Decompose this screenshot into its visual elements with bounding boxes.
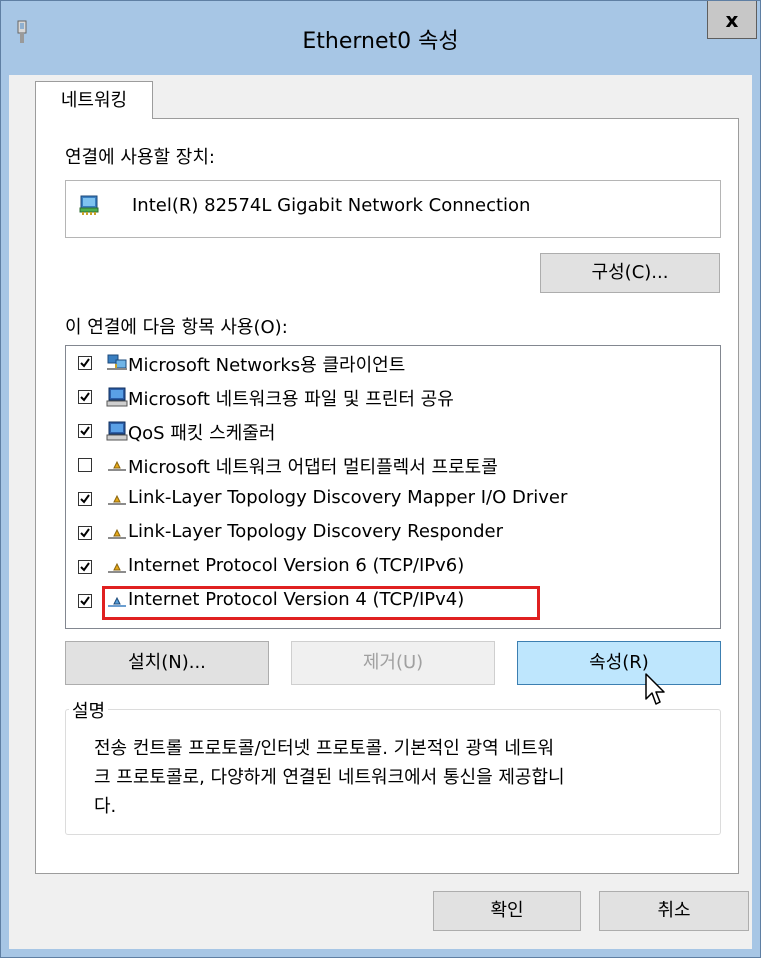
checkbox[interactable]	[78, 458, 92, 472]
configure-button[interactable]: 구성(C)...	[540, 253, 720, 293]
list-item[interactable]: QoS 패킷 스케줄러	[66, 418, 706, 448]
properties-window: Ethernet0 속성 x 네트워킹 연결에 사용할 장치: Intel(R)…	[0, 0, 761, 958]
tab-networking[interactable]: 네트워킹	[35, 81, 153, 119]
install-button[interactable]: 설치(N)...	[65, 641, 269, 685]
description-text: 전송 컨트롤 프로토콜/인터넷 프로토콜. 기본적인 광역 네트워 크 프로토콜…	[94, 734, 714, 821]
connect-using-label: 연결에 사용할 장치:	[65, 147, 215, 168]
checkbox[interactable]	[78, 390, 92, 404]
item-label: Microsoft Networks용 클라이언트	[128, 355, 406, 376]
properties-button[interactable]: 속성(R)	[517, 641, 721, 685]
description-legend: 설명	[69, 697, 109, 723]
cancel-button[interactable]: 취소	[599, 891, 749, 931]
description-line: 크 프로토콜로, 다양하게 연결된 네트워크에서 통신을 제공합니	[94, 767, 565, 788]
protocol-icon	[106, 454, 128, 476]
list-item[interactable]: Microsoft Networks용 클라이언트	[66, 350, 706, 380]
item-label: Microsoft 네트워크용 파일 및 프린터 공유	[128, 389, 454, 410]
network-adapter-icon	[78, 194, 100, 216]
title-bar[interactable]: Ethernet0 속성 x	[1, 1, 760, 75]
networking-panel: 연결에 사용할 장치: Intel(R) 82574L Gigabit Netw…	[35, 118, 739, 874]
list-item[interactable]: Link-Layer Topology Discovery Mapper I/O…	[66, 486, 706, 516]
protocol-icon	[106, 488, 128, 510]
checkbox[interactable]	[78, 526, 92, 540]
mouse-cursor-icon	[645, 673, 667, 707]
protocol-icon	[106, 522, 128, 544]
protocol-icon	[106, 556, 128, 578]
checkbox[interactable]	[78, 594, 92, 608]
description-group: 설명 전송 컨트롤 프로토콜/인터넷 프로토콜. 기본적인 광역 네트워 크 프…	[65, 697, 721, 835]
checkbox[interactable]	[78, 424, 92, 438]
components-label: 이 연결에 다음 항목 사용(O):	[65, 317, 288, 338]
list-item[interactable]: Microsoft 네트워크 어댑터 멀티플렉서 프로토콜	[66, 452, 706, 482]
description-line: 다.	[94, 796, 117, 817]
ok-button[interactable]: 확인	[433, 891, 581, 931]
checkbox[interactable]	[78, 560, 92, 574]
device-box: Intel(R) 82574L Gigabit Network Connecti…	[65, 180, 721, 238]
checkbox[interactable]	[78, 356, 92, 370]
device-name: Intel(R) 82574L Gigabit Network Connecti…	[132, 195, 531, 216]
uninstall-button[interactable]: 제거(U)	[291, 641, 495, 685]
dialog-client-area: 네트워킹 연결에 사용할 장치: Intel(R) 82574L Gigabit	[9, 75, 752, 949]
item-label: Internet Protocol Version 6 (TCP/IPv6)	[128, 555, 465, 576]
list-item[interactable]: Microsoft 네트워크용 파일 및 프린터 공유	[66, 384, 706, 414]
list-item[interactable]: Link-Layer Topology Discovery Responder	[66, 520, 706, 550]
computer-icon	[106, 420, 128, 442]
window-title: Ethernet0 속성	[302, 29, 459, 54]
checkbox[interactable]	[78, 492, 92, 506]
components-list[interactable]: Microsoft Networks용 클라이언트 Microsoft 네트워크…	[65, 345, 721, 629]
network-client-icon	[106, 352, 128, 374]
highlight-box	[102, 586, 540, 620]
item-label: Link-Layer Topology Discovery Mapper I/O…	[128, 487, 568, 508]
item-label: Link-Layer Topology Discovery Responder	[128, 521, 504, 542]
list-item[interactable]: Internet Protocol Version 6 (TCP/IPv6)	[66, 554, 706, 584]
computer-icon	[106, 386, 128, 408]
close-button[interactable]: x	[707, 1, 757, 39]
description-line: 전송 컨트롤 프로토콜/인터넷 프로토콜. 기본적인 광역 네트워	[94, 738, 555, 759]
item-label: Microsoft 네트워크 어댑터 멀티플렉서 프로토콜	[128, 457, 498, 478]
item-label: QoS 패킷 스케줄러	[128, 423, 276, 444]
